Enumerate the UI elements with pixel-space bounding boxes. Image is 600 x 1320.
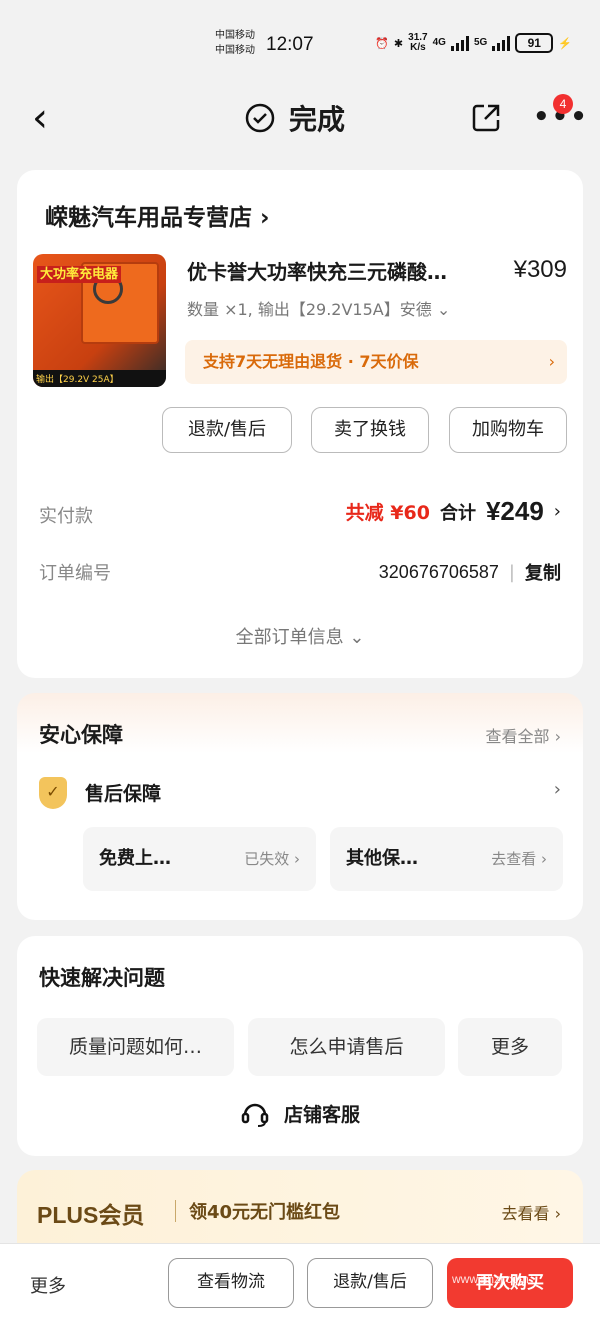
quick-solve-title: 快速解决问题 — [39, 966, 165, 990]
carrier-info: 中国移动 中国移动 — [215, 28, 255, 58]
notification-badge: 4 — [553, 94, 573, 114]
copy-button[interactable]: 复制 — [525, 559, 561, 585]
title-text: 完成 — [289, 103, 346, 136]
back-icon[interactable]: ‹ — [32, 98, 48, 138]
chevron-right-icon[interactable]: › — [554, 779, 561, 800]
watermark: www.nhzj.com — [452, 1272, 529, 1286]
apply-after-sales-chip[interactable]: 怎么申请售后 — [248, 1018, 445, 1076]
signal-icon-2 — [492, 35, 511, 51]
divider: | — [508, 561, 515, 583]
chevron-down-icon: ⌄ — [349, 627, 365, 648]
battery-icon: 91 — [515, 33, 554, 53]
chevron-right-icon: › — [548, 352, 555, 371]
product-image[interactable]: 大功率充电器 输出【29.2V 25A】 — [33, 254, 166, 387]
tile-status: 已失效 › — [244, 850, 300, 868]
sell-button[interactable]: 卖了换钱 — [311, 407, 429, 453]
quality-issue-chip[interactable]: 质量问题如何… — [37, 1018, 234, 1076]
thumb-caption: 输出【29.2V 25A】 — [33, 370, 166, 387]
bottom-more-button[interactable]: 更多 — [30, 1272, 66, 1298]
quick-solve-card: 快速解决问题 质量问题如何… 怎么申请售后 更多 店铺客服 — [17, 936, 583, 1156]
refund-button[interactable]: 退款/售后 — [162, 407, 292, 453]
paid-label: 实付款 — [39, 506, 93, 527]
status-icons: ⏰ ✱ 31.7 K/s 4G 5G 91 ⚡ — [375, 33, 572, 53]
speed-indicator: 31.7 K/s — [408, 33, 427, 53]
bottom-refund-button[interactable]: 退款/售后 — [307, 1258, 433, 1308]
plus-divider — [175, 1200, 176, 1222]
product-title[interactable]: 优卡誉大功率快充三元磷酸… — [187, 256, 487, 285]
headset-icon — [241, 1103, 269, 1127]
top-nav: ‹ 完成 ••• 4 — [0, 88, 600, 150]
all-info-text: 全部订单信息 — [235, 627, 344, 648]
status-bar: 中国移动 中国移动 12:07 ⏰ ✱ 31.7 K/s 4G 5G 91 ⚡ — [0, 0, 600, 88]
product-spec[interactable]: 数量 ×1, 输出【29.2V15A】安德 ⌄ — [187, 296, 450, 320]
bluetooth-icon: ✱ — [393, 37, 404, 50]
share-icon[interactable] — [470, 102, 502, 134]
alarm-icon: ⏰ — [375, 37, 389, 50]
chevron-down-icon: ⌄ — [436, 300, 451, 319]
tile-label: 免费上… — [99, 848, 171, 869]
charging-icon: ⚡ — [558, 37, 572, 50]
plus-link[interactable]: 去看看 › — [502, 1200, 562, 1224]
tile-status-text: 去查看 — [491, 850, 537, 868]
tile-status: 去查看 › — [491, 850, 547, 868]
total-amount: ¥249 — [485, 496, 544, 526]
return-promise-banner[interactable]: 支持7天无理由退货 · 7天价保 › — [185, 340, 567, 384]
store-service-button[interactable]: 店铺客服 — [17, 1098, 583, 1128]
total-label: 合计 — [439, 502, 476, 524]
order-number: 320676706587 | 复制 — [379, 559, 561, 585]
view-logistics-button[interactable]: 查看物流 — [168, 1258, 294, 1308]
spec-text: 数量 ×1, 输出【29.2V15A】安德 — [187, 300, 432, 319]
network-4g: 4G — [432, 37, 446, 48]
more-chip[interactable]: 更多 — [458, 1018, 562, 1076]
order-card: 嵘魅汽车用品专营店 › 大功率充电器 输出【29.2V 25A】 优卡誉大功率快… — [17, 170, 583, 678]
speed-unit: K/s — [410, 42, 426, 53]
page-title: 完成 — [245, 98, 345, 138]
signal-icon — [450, 35, 469, 51]
product-price: ¥309 — [513, 256, 567, 283]
store-service-label: 店铺客服 — [283, 1103, 360, 1126]
shield-icon: ✓ — [39, 777, 67, 809]
tile-label: 其他保… — [346, 848, 418, 869]
guarantee-tile-free[interactable]: 免费上… 已失效 › — [83, 827, 316, 891]
guarantee-card: 安心保障 查看全部 › ✓ 售后保障 › 免费上… 已失效 › 其他保… 去查看 › — [17, 693, 583, 920]
carrier-1: 中国移动 — [215, 30, 255, 41]
guarantee-tile-other[interactable]: 其他保… 去查看 › — [330, 827, 563, 891]
carrier-2: 中国移动 — [215, 45, 255, 56]
tile-status-text: 已失效 — [244, 850, 290, 868]
plus-offer: 领40元无门槛红包 — [189, 1202, 341, 1223]
shop-name: 嵘魅汽车用品专营店 — [45, 205, 252, 231]
add-to-cart-button[interactable]: 加购物车 — [449, 407, 567, 453]
discount-amount: 共减 ¥60 — [345, 502, 430, 524]
plus-link-text: 去看看 — [501, 1204, 550, 1223]
network-5g: 5G — [473, 37, 488, 48]
shop-name-link[interactable]: 嵘魅汽车用品专营店 › — [45, 198, 270, 232]
all-order-info-toggle[interactable]: 全部订单信息 ⌄ — [17, 623, 583, 649]
see-all-text: 查看全部 — [485, 727, 550, 746]
plus-brand: PLUS会员 — [37, 1202, 145, 1228]
order-number-label: 订单编号 — [39, 563, 111, 584]
after-sales-label[interactable]: 售后保障 — [85, 779, 161, 806]
chevron-right-icon: › — [553, 501, 561, 522]
thumb-label: 大功率充电器 — [37, 266, 122, 283]
paid-summary[interactable]: 共减 ¥60 合计 ¥249 › — [346, 496, 561, 527]
see-all-link[interactable]: 查看全部 › — [486, 723, 562, 747]
status-time: 12:07 — [266, 34, 314, 55]
order-number-value: 320676706587 — [378, 561, 499, 582]
check-circle-icon — [245, 103, 275, 133]
promise-text: 支持7天无理由退货 · 7天价保 — [203, 352, 419, 371]
guarantee-title: 安心保障 — [39, 723, 123, 747]
